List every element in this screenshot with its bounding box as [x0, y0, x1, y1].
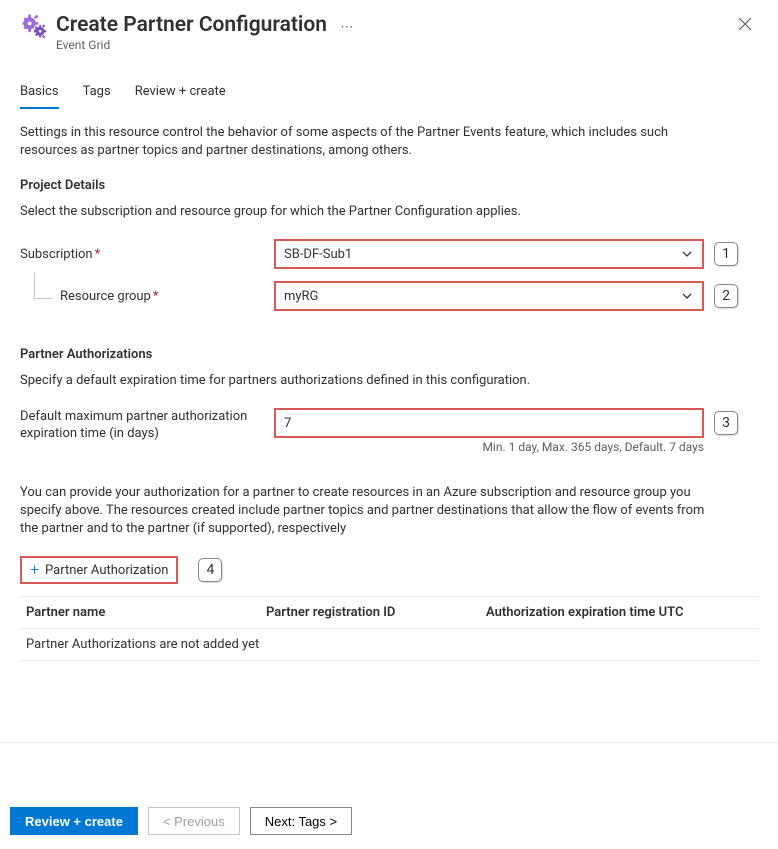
tab-review[interactable]: Review + create — [135, 80, 226, 109]
previous-button: < Previous — [148, 807, 240, 835]
tab-tags[interactable]: Tags — [83, 80, 111, 109]
tab-basics[interactable]: Basics — [20, 80, 59, 109]
chevron-down-icon — [680, 247, 694, 261]
subscription-label: Subscription* — [20, 247, 274, 262]
col-auth-expiration: Authorization expiration time UTC — [486, 605, 752, 620]
page-subtitle: Event Grid — [56, 38, 724, 52]
expiration-value: 7 — [284, 416, 291, 431]
partner-auth-desc: Specify a default expiration time for pa… — [20, 372, 720, 390]
tab-bar: Basics Tags Review + create — [20, 80, 758, 110]
resource-group-select[interactable]: myRG — [274, 281, 704, 311]
close-button[interactable] — [732, 12, 758, 39]
add-partner-authorization-label: Partner Authorization — [45, 563, 168, 578]
tree-connector — [34, 273, 52, 299]
expiration-label: Default maximum partner authorization ex… — [20, 408, 274, 442]
callout-2: 2 — [714, 284, 738, 308]
next-button[interactable]: Next: Tags > — [250, 807, 352, 835]
callout-3: 3 — [714, 411, 738, 435]
table-empty-message: Partner Authorizations are not added yet — [26, 637, 259, 652]
callout-1: 1 — [714, 242, 738, 266]
wizard-footer: Review + create < Previous Next: Tags > — [0, 795, 778, 849]
intro-text: Settings in this resource control the be… — [20, 124, 720, 160]
blade-header: Create Partner Configuration ⋯ Event Gri… — [20, 12, 758, 52]
plus-icon: + — [30, 562, 39, 578]
review-create-button[interactable]: Review + create — [10, 807, 138, 835]
add-partner-authorization-button[interactable]: + Partner Authorization — [20, 556, 178, 584]
page-title: Create Partner Configuration — [56, 13, 327, 37]
callout-4: 4 — [198, 558, 222, 582]
expiration-input[interactable]: 7 — [274, 408, 704, 438]
resource-group-value: myRG — [284, 289, 680, 304]
footer-divider — [0, 742, 778, 743]
project-details-desc: Select the subscription and resource gro… — [20, 203, 720, 221]
auth-intro-text: You can provide your authorization for a… — [20, 484, 720, 538]
col-partner-registration-id: Partner registration ID — [266, 605, 486, 620]
col-partner-name: Partner name — [26, 605, 266, 620]
authorizations-table: Partner name Partner registration ID Aut… — [20, 596, 758, 661]
subscription-select[interactable]: SB-DF-Sub1 — [274, 239, 704, 269]
resource-group-label: Resource group* — [20, 289, 274, 304]
gears-icon — [20, 12, 48, 44]
subscription-value: SB-DF-Sub1 — [284, 247, 680, 262]
chevron-down-icon — [680, 289, 694, 303]
partner-auth-heading: Partner Authorizations — [20, 347, 758, 362]
more-actions-button[interactable]: ⋯ — [340, 20, 354, 35]
project-details-heading: Project Details — [20, 178, 758, 193]
expiration-helper: Min. 1 day, Max. 365 days, Default. 7 da… — [274, 440, 704, 454]
